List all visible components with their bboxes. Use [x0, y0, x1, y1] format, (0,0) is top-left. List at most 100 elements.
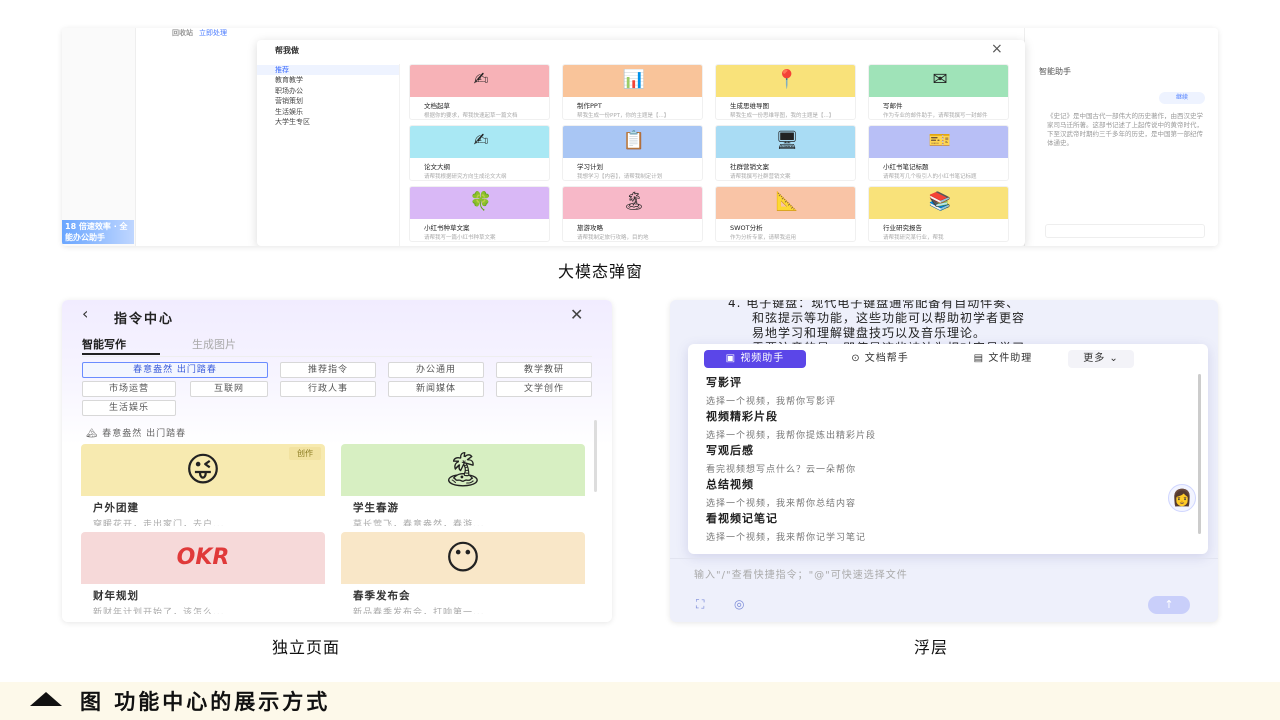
- video-icon: ▣: [725, 353, 741, 364]
- modal-title: 帮我做: [275, 46, 299, 55]
- continue-button[interactable]: 继续: [1159, 92, 1205, 104]
- assistant-input[interactable]: [1045, 224, 1205, 238]
- close-icon[interactable]: ✕: [570, 305, 583, 324]
- notice-link[interactable]: 立即处理: [199, 29, 227, 37]
- filter-chip[interactable]: 生活娱乐: [82, 400, 176, 416]
- card-banner: 🖥: [716, 126, 855, 158]
- monitor-icon: 🖥: [775, 130, 799, 151]
- category-item[interactable]: 大学生专区: [257, 117, 399, 127]
- card-banner: 📐: [716, 187, 855, 219]
- command-float-panel: ▣ 视频助手 ⊙ 文档帮手 ▤ 文件助理 更多 ⌄ 写影评 选择一个视频，我帮你写…: [688, 344, 1208, 554]
- filter-chip[interactable]: 办公通用: [388, 362, 484, 378]
- card-title: 春季发布会: [353, 590, 411, 602]
- category-item[interactable]: 职场办公: [257, 86, 399, 96]
- board-icon: 📋: [622, 130, 646, 151]
- command-title: 写观后感: [706, 444, 754, 457]
- prompt-card[interactable]: 🎫 小红书笔记标题 请帮我写几个吸引人的小红书笔记标题: [868, 125, 1009, 181]
- prompt-card[interactable]: 🖥 社群营销文案 请帮我撰写社群营销文案: [715, 125, 856, 181]
- okr-text-icon: OKR: [176, 545, 230, 570]
- template-card[interactable]: 🏝 学生春游 草长莺飞，春意盎然，春游...: [341, 444, 585, 526]
- assistant-text: 《史记》是中国古代一部伟大的历史著作，由西汉史学家司马迁所著。这部书记述了上起传…: [1047, 112, 1203, 147]
- template-card[interactable]: 😜 创作 户外团建 穿暖花开，走出家门，去户...: [81, 444, 325, 526]
- tab-video-assistant[interactable]: ▣ 视频助手: [704, 350, 806, 368]
- card-banner: 😜 创作: [81, 444, 325, 496]
- section-icon: 🏔: [86, 429, 103, 439]
- category-item[interactable]: 生活娱乐: [257, 107, 399, 117]
- card-description: 作为专业的邮件助手，请帮我撰写一封邮件: [883, 113, 988, 119]
- command-title: 看视频记笔记: [706, 512, 778, 525]
- category-item[interactable]: 教育教学: [257, 75, 399, 85]
- card-banner: 😶: [341, 532, 585, 584]
- filter-chip[interactable]: 教学教研: [496, 362, 592, 378]
- command-item[interactable]: 视频精彩片段 选择一个视频，我帮你提炼出精彩片段: [706, 408, 1186, 441]
- document-line: 4. 电子键盘：现代电子键盘通常配备有自动伴奏、: [728, 300, 1020, 310]
- card-banner: 🏝: [563, 187, 702, 219]
- caption-float: 浮层: [914, 638, 949, 657]
- image-icon[interactable]: ⛶: [696, 597, 704, 612]
- card-description: 新财年计划开始了，该怎么...: [93, 608, 225, 614]
- card-title: SWOT分析: [730, 224, 763, 232]
- card-description: 作为分析专家，请帮我运用: [730, 235, 797, 241]
- presentation-icon: 📊: [622, 69, 646, 90]
- promo-banner[interactable]: 18 倍速效率 · 全能办公助手: [62, 220, 134, 244]
- island-icon: 🏝: [622, 191, 646, 212]
- card-title: 行业研究报告: [883, 224, 922, 232]
- prompt-card[interactable]: 📊 制作PPT 帮我生成一份PPT，你的主题是【...】: [562, 64, 703, 120]
- send-button[interactable]: ↑: [1148, 596, 1190, 614]
- prompt-card[interactable]: 📐 SWOT分析作为分析专家，请帮我运用: [715, 186, 856, 242]
- voice-icon[interactable]: ◎: [734, 597, 744, 611]
- tab-document-helper[interactable]: ⊙ 文档帮手: [828, 350, 932, 368]
- pin-icon: 📍: [775, 69, 799, 90]
- prompt-card[interactable]: 🏝 旅游攻略 请帮我制定旅行攻略，目的地: [562, 186, 703, 242]
- prompt-card[interactable]: 📚 行业研究报告 请帮我研究某行业，帮我: [868, 186, 1009, 242]
- prompt-card[interactable]: ✉ 写邮件作为专业的邮件助手，请帮我撰写一封邮件: [868, 64, 1009, 120]
- tab-image-generation[interactable]: 生成图片: [192, 336, 236, 352]
- scrollbar[interactable]: [1198, 374, 1201, 534]
- filter-chip[interactable]: 推荐指令: [280, 362, 376, 378]
- command-description: 选择一个视频，我帮你提炼出精彩片段: [706, 431, 877, 441]
- tab-file-assistant[interactable]: ▤ 文件助理: [948, 350, 1058, 368]
- filter-chip[interactable]: 文学创作: [496, 381, 592, 397]
- scrollbar[interactable]: [594, 420, 597, 492]
- filter-chip[interactable]: 新闻媒体: [388, 381, 484, 397]
- command-description: 选择一个视频，我来帮你记学习笔记: [706, 533, 867, 543]
- help-me-modal: 帮我做 × 推荐 教育教学 职场办公 营销策划 生活娱乐 大学生专区 ✍ 文档起草 根据你的要…: [257, 40, 1025, 246]
- prompt-card[interactable]: 📍 生成思维导图 帮我生成一份思维导图，我的主题是【...】: [715, 64, 856, 120]
- command-item[interactable]: 总结视频 选择一个视频，我来帮你总结内容: [706, 476, 1186, 509]
- template-card[interactable]: 😶 春季发布会 新品春季发布会，打响第一...: [341, 532, 585, 614]
- card-banner: 📚: [869, 187, 1008, 219]
- prompt-card[interactable]: ✍ 文档起草 根据你的要求，帮我快速起草一篇文档: [409, 64, 550, 120]
- filter-chip[interactable]: 行政人事: [280, 381, 376, 397]
- pen-icon: ✍: [473, 69, 489, 90]
- template-card[interactable]: OKR 财年规划 新财年计划开始了，该怎么...: [81, 532, 325, 614]
- document-line: 易地学习和理解键盘技巧以及音乐理论。: [752, 326, 987, 340]
- tab-underline: [82, 353, 160, 355]
- command-item[interactable]: 写观后感 看完视频想写点什么？云一朵帮你: [706, 442, 1186, 475]
- back-icon[interactable]: ‹: [82, 304, 88, 323]
- command-item[interactable]: 看视频记笔记选择一个视频，我来帮你记学习笔记: [706, 510, 1186, 543]
- chat-input[interactable]: 输入"/"查看快捷指令；"@"可快速选择文件: [694, 566, 908, 581]
- card-description: 请帮我写一篇小红书种草文案: [424, 235, 496, 241]
- category-item[interactable]: 营销策划: [257, 96, 399, 106]
- figure-caption-bar: 图 功能中心的展示方式: [0, 682, 1280, 720]
- assistant-header: 智能助手: [1039, 67, 1071, 76]
- command-item[interactable]: 写影评 选择一个视频，我帮你写影评: [706, 374, 1186, 407]
- books-icon: 📚: [928, 191, 952, 212]
- card-title: 写邮件: [883, 102, 903, 110]
- prompt-card[interactable]: ✍ 论文大纲 请帮我根据研究方向生成论文大纲: [409, 125, 550, 181]
- file-icon: ▤: [973, 353, 989, 364]
- tab-more[interactable]: 更多 ⌄: [1068, 350, 1134, 368]
- standalone-page-screenshot: ‹ 指令中心 ✕ 智能写作 生成图片 春意盎然 出门踏春 推荐指令 办公通用 教学教研…: [62, 300, 612, 622]
- filter-chip[interactable]: 市场运营: [82, 381, 176, 397]
- filter-chip[interactable]: 春意盎然 出门踏春: [82, 362, 268, 378]
- filter-chip[interactable]: 互联网: [190, 381, 268, 397]
- category-item[interactable]: 推荐: [257, 64, 399, 75]
- mail-icon: ✉: [932, 69, 948, 90]
- prompt-card[interactable]: 📋 学习计划 我想学习【内容】，请帮我制定计划: [562, 125, 703, 181]
- close-icon[interactable]: ×: [991, 41, 1003, 57]
- prompt-card[interactable]: 🍀 小红书种草文案 请帮我写一篇小红书种草文案: [409, 186, 550, 242]
- card-description: 请帮我制定旅行攻略，目的地: [577, 235, 649, 241]
- assistant-avatar[interactable]: 👩: [1168, 484, 1196, 512]
- card-title: 学生春游: [353, 502, 399, 514]
- tab-smart-writing[interactable]: 智能写作: [82, 336, 126, 352]
